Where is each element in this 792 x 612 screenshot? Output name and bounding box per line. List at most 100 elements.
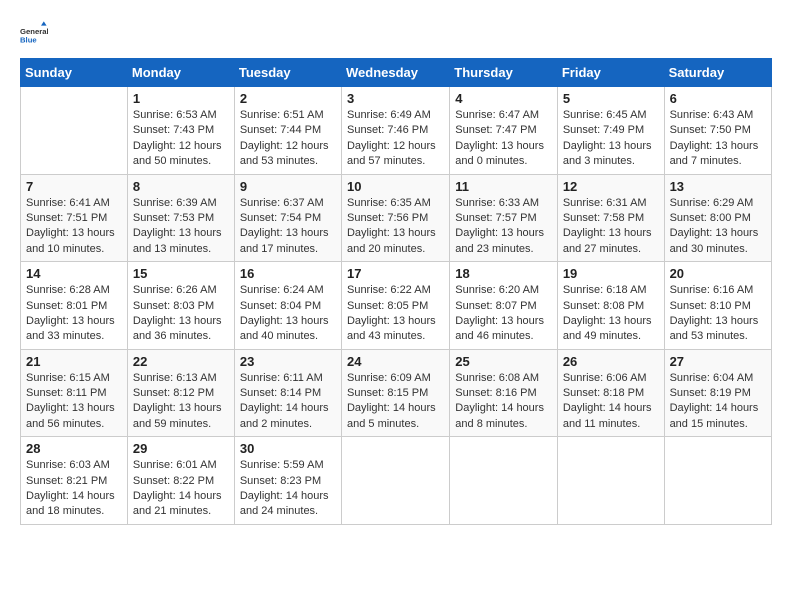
day-number: 14 xyxy=(26,266,122,281)
day-number: 16 xyxy=(240,266,336,281)
calendar-cell: 3Sunrise: 6:49 AMSunset: 7:46 PMDaylight… xyxy=(341,87,449,175)
day-info: Sunrise: 6:28 AMSunset: 8:01 PMDaylight:… xyxy=(26,283,122,345)
day-of-week-header: Saturday xyxy=(664,59,771,87)
calendar-cell: 22 Sunrise: 6:13 AMSunset: 8:12 PMDayligh… xyxy=(127,349,234,437)
logo-icon: General Blue xyxy=(20,20,48,48)
calendar-cell xyxy=(341,437,449,525)
logo: General Blue xyxy=(20,20,52,48)
day-number: 29 xyxy=(133,441,229,456)
calendar-cell: 26Sunrise: 6:06 AMSunset: 8:18 PMDayligh… xyxy=(557,349,664,437)
calendar-cell: 19 Sunrise: 6:18 AMSunset: 8:08 PMDayligh… xyxy=(557,262,664,350)
calendar-cell: 8 Sunrise: 6:39 AMSunset: 7:53 PMDaylight… xyxy=(127,174,234,262)
day-info: Sunrise: 6:53 AMSunset: 7:43 PMDaylight:… xyxy=(133,108,229,170)
day-info: Sunrise: 6:22 AMSunset: 8:05 PMDaylight:… xyxy=(347,283,444,345)
day-number: 12 xyxy=(563,179,659,194)
day-number: 24 xyxy=(347,354,444,369)
day-info: Sunrise: 6:04 AMSunset: 8:19 PMDaylight:… xyxy=(670,371,766,433)
calendar-cell: 6Sunrise: 6:43 AMSunset: 7:50 PMDaylight… xyxy=(664,87,771,175)
day-info: Sunrise: 6:16 AMSunset: 8:10 PMDaylight:… xyxy=(670,283,766,345)
calendar-cell: 10 Sunrise: 6:35 AMSunset: 7:56 PMDayligh… xyxy=(341,174,449,262)
calendar-cell: 30Sunrise: 5:59 AMSunset: 8:23 PMDayligh… xyxy=(234,437,341,525)
day-number: 2 xyxy=(240,91,336,106)
day-info: Sunrise: 6:43 AMSunset: 7:50 PMDaylight:… xyxy=(670,108,766,170)
day-number: 13 xyxy=(670,179,766,194)
calendar-cell: 2 Sunrise: 6:51 AMSunset: 7:44 PMDaylight… xyxy=(234,87,341,175)
calendar-cell: 15 Sunrise: 6:26 AMSunset: 8:03 PMDayligh… xyxy=(127,262,234,350)
day-info: Sunrise: 6:39 AMSunset: 7:53 PMDaylight:… xyxy=(133,196,229,258)
day-number: 30 xyxy=(240,441,336,456)
calendar-cell: 20 Sunrise: 6:16 AMSunset: 8:10 PMDayligh… xyxy=(664,262,771,350)
calendar-cell: 24 Sunrise: 6:09 AMSunset: 8:15 PMDayligh… xyxy=(341,349,449,437)
calendar-cell: 29 Sunrise: 6:01 AMSunset: 8:22 PMDayligh… xyxy=(127,437,234,525)
day-number: 23 xyxy=(240,354,336,369)
day-number: 25 xyxy=(455,354,552,369)
day-info: Sunrise: 6:29 AMSunset: 8:00 PMDaylight:… xyxy=(670,196,766,258)
day-info: Sunrise: 6:03 AMSunset: 8:21 PMDaylight:… xyxy=(26,458,122,520)
day-info: Sunrise: 6:49 AMSunset: 7:46 PMDaylight:… xyxy=(347,108,444,170)
page-header: General Blue xyxy=(20,20,772,48)
calendar-week-row: 21 Sunrise: 6:15 AMSunset: 8:11 PMDayligh… xyxy=(21,349,772,437)
day-info: Sunrise: 6:08 AMSunset: 8:16 PMDaylight:… xyxy=(455,371,552,433)
day-info: Sunrise: 6:24 AMSunset: 8:04 PMDaylight:… xyxy=(240,283,336,345)
day-info: Sunrise: 6:18 AMSunset: 8:08 PMDaylight:… xyxy=(563,283,659,345)
day-of-week-header: Monday xyxy=(127,59,234,87)
calendar-cell: 9Sunrise: 6:37 AMSunset: 7:54 PMDaylight… xyxy=(234,174,341,262)
day-info: Sunrise: 6:20 AMSunset: 8:07 PMDaylight:… xyxy=(455,283,552,345)
calendar-cell: 16 Sunrise: 6:24 AMSunset: 8:04 PMDayligh… xyxy=(234,262,341,350)
calendar-cell: 4Sunrise: 6:47 AMSunset: 7:47 PMDaylight… xyxy=(450,87,558,175)
day-of-week-header: Sunday xyxy=(21,59,128,87)
day-info: Sunrise: 6:01 AMSunset: 8:22 PMDaylight:… xyxy=(133,458,229,520)
day-number: 8 xyxy=(133,179,229,194)
day-number: 20 xyxy=(670,266,766,281)
day-number: 27 xyxy=(670,354,766,369)
calendar-body: 1Sunrise: 6:53 AMSunset: 7:43 PMDaylight… xyxy=(21,87,772,525)
day-info: Sunrise: 6:51 AMSunset: 7:44 PMDaylight:… xyxy=(240,108,336,170)
calendar-cell: 21 Sunrise: 6:15 AMSunset: 8:11 PMDayligh… xyxy=(21,349,128,437)
calendar-cell: 25 Sunrise: 6:08 AMSunset: 8:16 PMDayligh… xyxy=(450,349,558,437)
day-number: 26 xyxy=(563,354,659,369)
calendar-cell xyxy=(557,437,664,525)
calendar-cell: 7Sunrise: 6:41 AMSunset: 7:51 PMDaylight… xyxy=(21,174,128,262)
day-info: Sunrise: 6:35 AMSunset: 7:56 PMDaylight:… xyxy=(347,196,444,258)
day-info: Sunrise: 6:26 AMSunset: 8:03 PMDaylight:… xyxy=(133,283,229,345)
day-info: Sunrise: 6:37 AMSunset: 7:54 PMDaylight:… xyxy=(240,196,336,258)
day-info: Sunrise: 6:09 AMSunset: 8:15 PMDaylight:… xyxy=(347,371,444,433)
day-of-week-header: Wednesday xyxy=(341,59,449,87)
day-number: 4 xyxy=(455,91,552,106)
calendar-cell: 17 Sunrise: 6:22 AMSunset: 8:05 PMDayligh… xyxy=(341,262,449,350)
calendar-header: SundayMondayTuesdayWednesdayThursdayFrid… xyxy=(21,59,772,87)
day-number: 21 xyxy=(26,354,122,369)
calendar-cell xyxy=(450,437,558,525)
calendar-cell xyxy=(21,87,128,175)
day-of-week-header: Friday xyxy=(557,59,664,87)
day-number: 22 xyxy=(133,354,229,369)
day-number: 5 xyxy=(563,91,659,106)
calendar-cell: 12 Sunrise: 6:31 AMSunset: 7:58 PMDayligh… xyxy=(557,174,664,262)
day-number: 18 xyxy=(455,266,552,281)
calendar-week-row: 1Sunrise: 6:53 AMSunset: 7:43 PMDaylight… xyxy=(21,87,772,175)
calendar-cell: 18 Sunrise: 6:20 AMSunset: 8:07 PMDayligh… xyxy=(450,262,558,350)
day-of-week-header: Thursday xyxy=(450,59,558,87)
day-number: 15 xyxy=(133,266,229,281)
calendar-cell: 5Sunrise: 6:45 AMSunset: 7:49 PMDaylight… xyxy=(557,87,664,175)
day-info: Sunrise: 6:33 AMSunset: 7:57 PMDaylight:… xyxy=(455,196,552,258)
calendar-cell xyxy=(664,437,771,525)
calendar-cell: 14 Sunrise: 6:28 AMSunset: 8:01 PMDayligh… xyxy=(21,262,128,350)
calendar-week-row: 14 Sunrise: 6:28 AMSunset: 8:01 PMDayligh… xyxy=(21,262,772,350)
calendar-cell: 27 Sunrise: 6:04 AMSunset: 8:19 PMDayligh… xyxy=(664,349,771,437)
day-number: 10 xyxy=(347,179,444,194)
calendar-table: SundayMondayTuesdayWednesdayThursdayFrid… xyxy=(20,58,772,525)
day-info: Sunrise: 6:31 AMSunset: 7:58 PMDaylight:… xyxy=(563,196,659,258)
day-of-week-header: Tuesday xyxy=(234,59,341,87)
day-number: 19 xyxy=(563,266,659,281)
svg-text:General: General xyxy=(20,27,48,36)
day-info: Sunrise: 6:13 AMSunset: 8:12 PMDaylight:… xyxy=(133,371,229,433)
day-number: 11 xyxy=(455,179,552,194)
day-info: Sunrise: 6:11 AMSunset: 8:14 PMDaylight:… xyxy=(240,371,336,433)
calendar-header-row: SundayMondayTuesdayWednesdayThursdayFrid… xyxy=(21,59,772,87)
calendar-week-row: 7Sunrise: 6:41 AMSunset: 7:51 PMDaylight… xyxy=(21,174,772,262)
calendar-cell: 1Sunrise: 6:53 AMSunset: 7:43 PMDaylight… xyxy=(127,87,234,175)
calendar-cell: 11 Sunrise: 6:33 AMSunset: 7:57 PMDayligh… xyxy=(450,174,558,262)
day-info: Sunrise: 6:15 AMSunset: 8:11 PMDaylight:… xyxy=(26,371,122,433)
day-number: 17 xyxy=(347,266,444,281)
